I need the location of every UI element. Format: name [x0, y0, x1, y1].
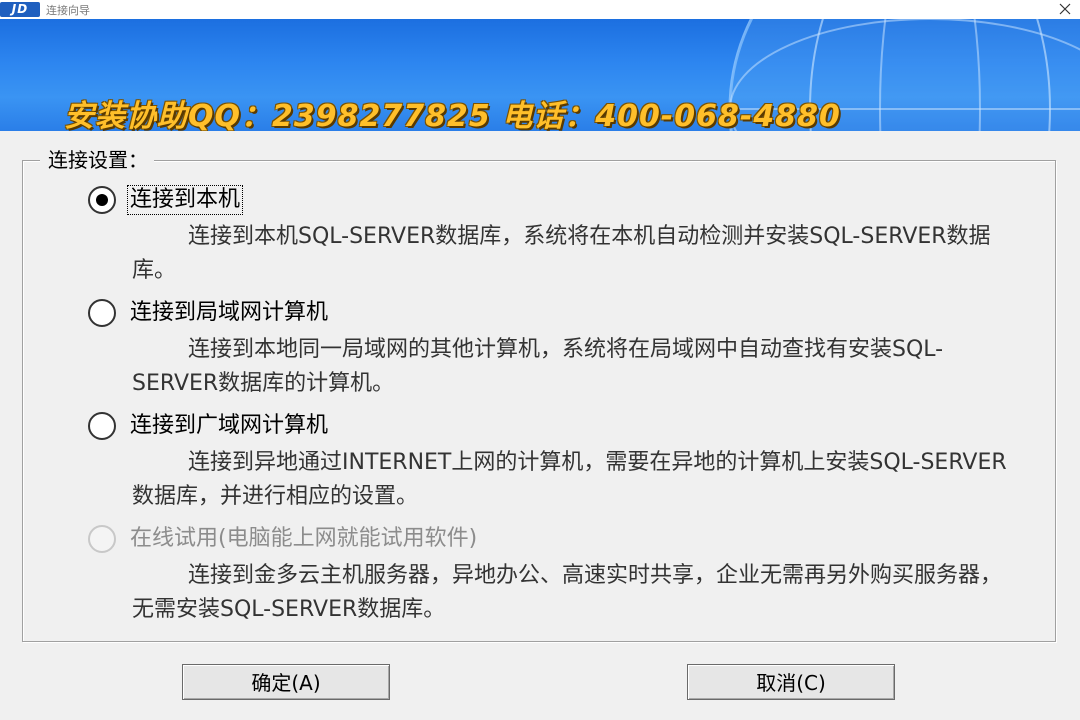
option-label-online-trial: 在线试用(电脑能上网就能试用软件) [130, 526, 478, 551]
option-wan: 连接到广域网计算机 连接到异地通过INTERNET上网的计算机，需要在异地的计算… [88, 412, 1028, 514]
option-desc-local: 连接到本机SQL-SERVER数据库，系统将在本机自动检测并安装SQL-SERV… [132, 224, 991, 283]
connection-wizard-window: JD 连接向导 安装协助QQ：2398277825 电话：400-068-488… [0, 0, 1080, 720]
radio-local[interactable] [88, 186, 116, 214]
option-label-wan[interactable]: 连接到广域网计算机 [128, 412, 330, 440]
option-desc-wan: 连接到异地通过INTERNET上网的计算机，需要在异地的计算机上安装SQL-SE… [132, 450, 1007, 509]
radio-online-trial [88, 525, 116, 553]
group-legend: 连接设置： [40, 148, 154, 172]
option-desc-lan: 连接到本地同一局域网的其他计算机，系统将在局域网中自动查找有安装SQL-SERV… [132, 337, 944, 396]
option-online-trial: 在线试用(电脑能上网就能试用软件) 连接到金多云主机服务器，异地办公、高速实时共… [88, 525, 1028, 627]
header-banner: 安装协助QQ：2398277825 电话：400-068-4880 [0, 19, 1080, 131]
radio-lan[interactable] [88, 299, 116, 327]
option-label-local[interactable]: 连接到本机 [126, 185, 244, 215]
option-label-lan[interactable]: 连接到局域网计算机 [128, 299, 330, 327]
close-icon[interactable] [1056, 0, 1074, 18]
option-lan: 连接到局域网计算机 连接到本地同一局域网的其他计算机，系统将在局域网中自动查找有… [88, 299, 1028, 401]
title-bar: JD 连接向导 [0, 0, 1080, 19]
option-local: 连接到本机 连接到本机SQL-SERVER数据库，系统将在本机自动检测并安装SQ… [88, 185, 1028, 288]
radio-wan[interactable] [88, 412, 116, 440]
support-contact-text: 安装协助QQ：2398277825 电话：400-068-4880 [64, 99, 841, 131]
cancel-button[interactable]: 取消(C) [687, 664, 895, 700]
window-title: 连接向导 [46, 3, 90, 17]
ok-button[interactable]: 确定(A) [182, 664, 390, 700]
app-logo: JD [0, 2, 40, 17]
option-desc-online-trial: 连接到金多云主机服务器，异地办公、高速实时共享，企业无需再另外购买服务器，无需安… [132, 563, 1003, 622]
